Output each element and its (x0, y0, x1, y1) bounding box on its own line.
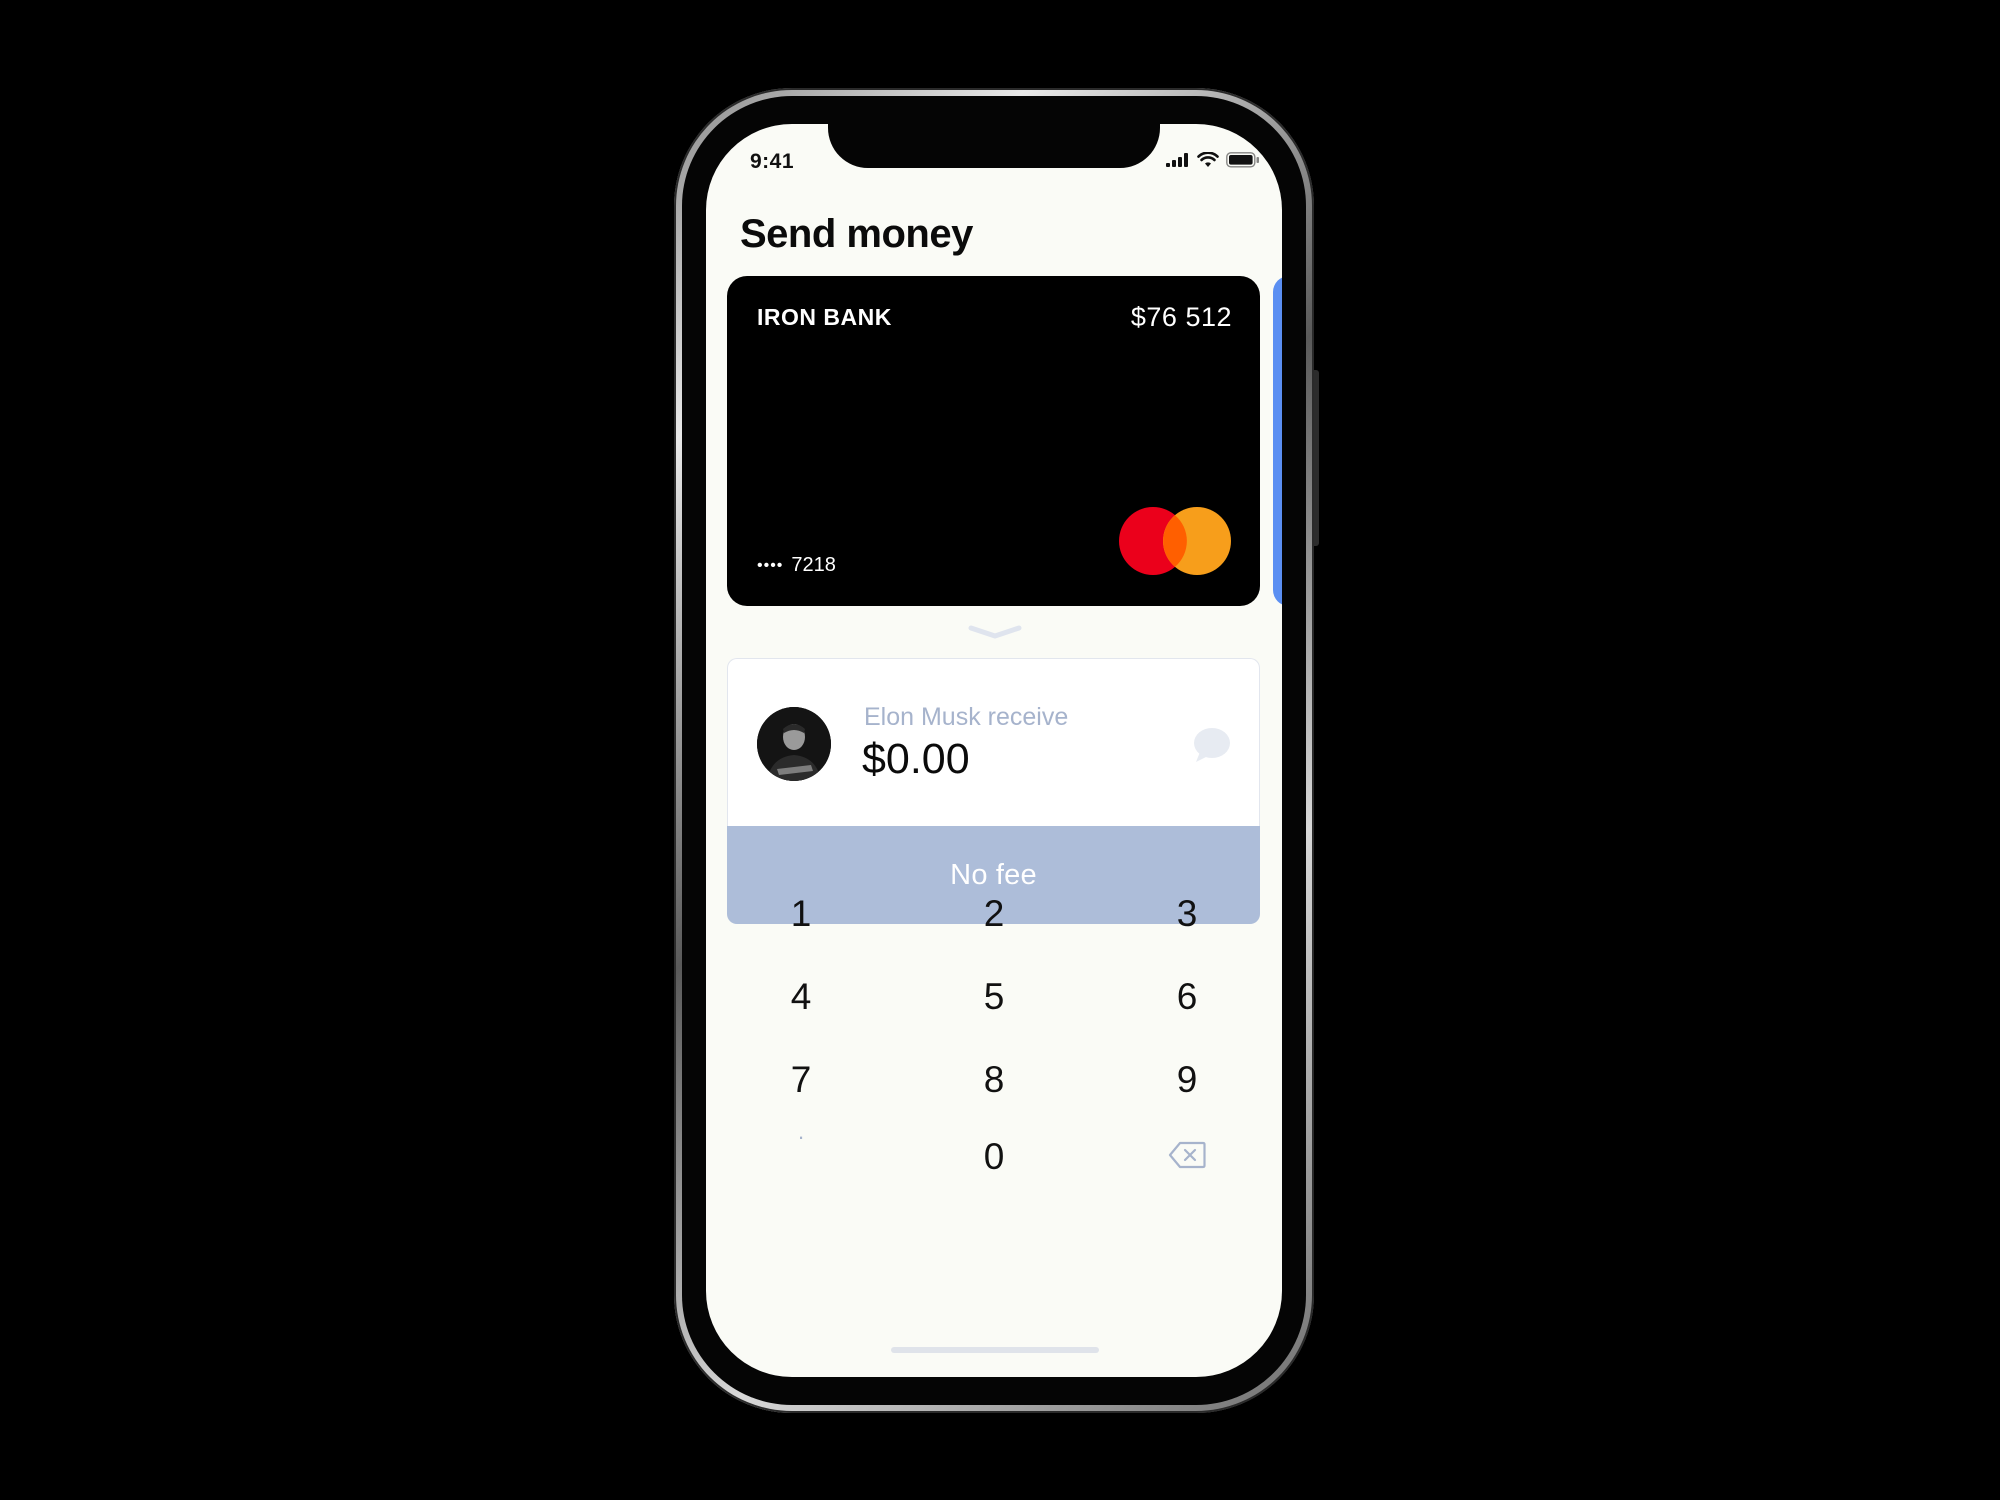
keypad-key-7[interactable]: 7 (751, 1050, 851, 1110)
card-bank-name: IRON BANK (757, 304, 892, 330)
chat-bubble-icon[interactable] (1191, 725, 1231, 765)
card-last-four: 7218 (791, 554, 836, 576)
card-balance: $76 512 (1130, 302, 1232, 332)
status-icons (1166, 151, 1260, 173)
card-number: •••• 7218 (757, 554, 836, 577)
chevron-down-icon[interactable] (968, 624, 1022, 645)
backspace-icon (1168, 1136, 1206, 1178)
wifi-icon (1197, 151, 1219, 173)
amount-display[interactable]: $0.00 (862, 735, 970, 784)
phone-frame: 9:41 Send money IRON BANK $76 512 •••• 7… (674, 88, 1319, 1413)
recipient-label: Elon Musk receive (864, 703, 1069, 731)
keypad-key-4[interactable]: 4 (751, 967, 851, 1027)
side-button (1314, 370, 1319, 546)
keypad-key-6[interactable]: 6 (1137, 967, 1237, 1027)
status-time: 9:41 (750, 150, 795, 173)
home-indicator[interactable] (891, 1347, 1099, 1353)
keypad-key-0[interactable]: 0 (944, 1127, 1044, 1187)
page-title: Send money (740, 212, 973, 256)
keypad-key-8[interactable]: 8 (944, 1050, 1044, 1110)
cellular-signal-icon (1166, 153, 1190, 172)
keypad-key-decimal[interactable]: . (751, 1119, 851, 1179)
next-card-peek[interactable] (1273, 276, 1282, 606)
keypad-key-1[interactable]: 1 (751, 884, 851, 944)
card-masked-dots: •••• (757, 556, 784, 574)
keypad-backspace[interactable] (1137, 1127, 1237, 1187)
keypad-key-5[interactable]: 5 (944, 967, 1044, 1027)
battery-icon (1226, 152, 1260, 173)
avatar[interactable] (757, 707, 831, 781)
stage: 9:41 Send money IRON BANK $76 512 •••• 7… (0, 0, 2000, 1500)
keypad-key-3[interactable]: 3 (1137, 884, 1237, 944)
bank-card[interactable]: IRON BANK $76 512 •••• 7218 (727, 276, 1260, 606)
notch (828, 124, 1160, 168)
phone-screen: 9:41 Send money IRON BANK $76 512 •••• 7… (706, 124, 1282, 1377)
mastercard-logo (1119, 507, 1231, 575)
keypad-key-9[interactable]: 9 (1137, 1050, 1237, 1110)
keypad-key-2[interactable]: 2 (944, 884, 1044, 944)
recipient-panel: Elon Musk receive $0.00 (727, 658, 1260, 827)
